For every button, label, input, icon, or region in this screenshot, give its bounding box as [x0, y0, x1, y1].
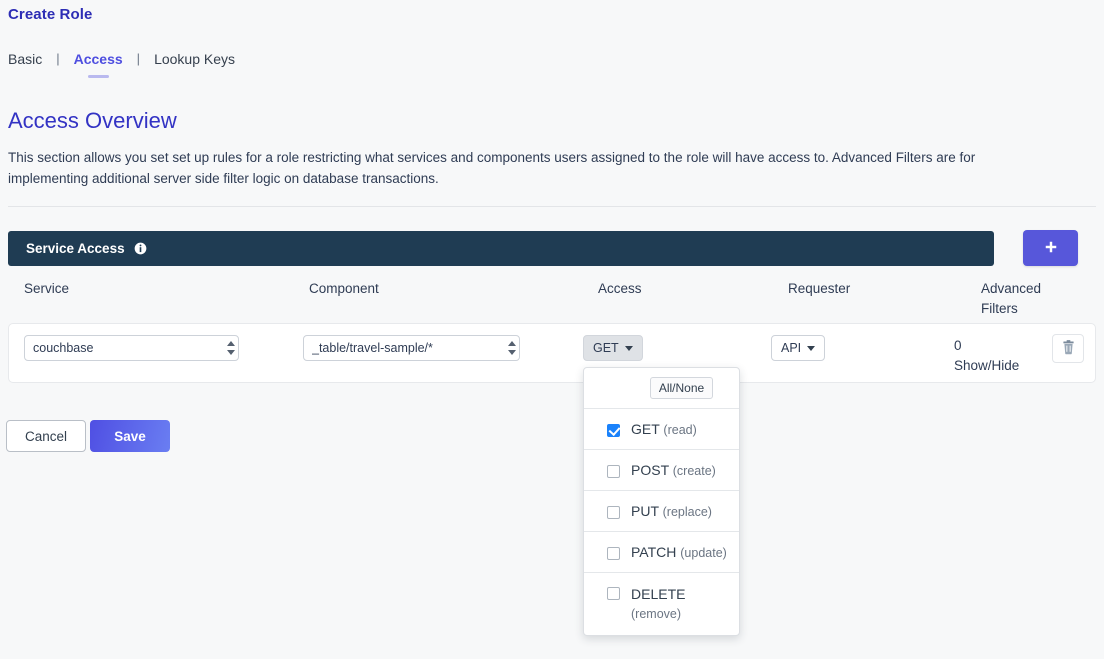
tab-access[interactable]: Access	[74, 51, 123, 78]
requester-dropdown-value: API	[781, 341, 802, 355]
tab-separator-2: |	[136, 51, 141, 66]
access-option-delete-verb: DELETE	[631, 586, 686, 602]
tab-basic[interactable]: Basic	[8, 51, 42, 69]
access-option-patch[interactable]: PATCH (update)	[584, 532, 739, 573]
info-circle-icon[interactable]	[134, 242, 147, 255]
access-option-post-verb: POST	[631, 461, 669, 478]
all-none-row: All/None	[584, 368, 739, 409]
checkbox-patch[interactable]	[607, 546, 620, 560]
trash-icon	[1062, 339, 1075, 358]
tab-separator-1: |	[56, 51, 60, 66]
column-header-service: Service	[24, 281, 70, 296]
access-option-get-note: (read)	[663, 422, 697, 437]
chevron-down-icon	[807, 345, 816, 351]
component-select[interactable]: _table/travel-sample/*	[303, 335, 520, 361]
service-access-label: Service Access	[26, 241, 125, 256]
advanced-filters-cell: 0 Show/Hide	[954, 336, 1019, 377]
checkbox-get[interactable]	[607, 423, 620, 437]
service-access-header: Service Access	[8, 231, 994, 266]
service-select[interactable]: couchbase	[24, 335, 239, 361]
delete-row-button[interactable]	[1052, 334, 1084, 363]
access-dropdown-value: GET	[593, 341, 619, 355]
checkbox-delete[interactable]	[607, 587, 620, 600]
access-option-post[interactable]: POST (create)	[584, 450, 739, 491]
access-option-get-verb: GET	[631, 420, 660, 437]
plus-icon	[1044, 240, 1058, 257]
cancel-button[interactable]: Cancel	[6, 420, 86, 452]
advanced-filters-count: 0	[954, 338, 962, 353]
tabbar: Basic | Access | Lookup Keys	[8, 51, 235, 78]
all-none-button[interactable]: All/None	[649, 377, 714, 399]
column-header-advanced-line2: Filters	[981, 301, 1018, 317]
access-option-delete-note: (remove)	[631, 606, 682, 621]
column-header-access: Access	[598, 281, 642, 296]
checkbox-put[interactable]	[607, 505, 620, 519]
column-header-advanced-filters: Advanced Filters	[981, 279, 1061, 320]
access-option-delete[interactable]: DELETE (remove)	[584, 573, 739, 635]
access-option-post-note: (create)	[672, 463, 716, 478]
access-option-get[interactable]: GET (read)	[584, 409, 739, 450]
access-dropdown-button[interactable]: GET	[583, 335, 643, 361]
column-header-component: Component	[309, 281, 379, 296]
section-divider	[8, 206, 1096, 207]
access-option-patch-verb: PATCH	[631, 543, 677, 560]
access-option-patch-note: (update)	[680, 545, 727, 560]
column-header-advanced-line1: Advanced	[981, 281, 1042, 296]
requester-dropdown-button[interactable]: API	[771, 335, 826, 361]
save-button[interactable]: Save	[90, 420, 170, 452]
column-header-requester: Requester	[788, 281, 851, 296]
section-heading: Access Overview	[8, 108, 177, 133]
checkbox-post[interactable]	[607, 464, 620, 478]
advanced-filters-show-hide-link[interactable]: Show/Hide	[954, 358, 1019, 373]
chevron-down-icon	[624, 345, 633, 351]
create-role-page: Create Role Basic | Access | Lookup Keys…	[0, 0, 1104, 659]
add-service-access-button[interactable]	[1023, 230, 1078, 266]
tab-lookup-keys[interactable]: Lookup Keys	[154, 51, 235, 69]
access-option-put[interactable]: PUT (replace)	[584, 491, 739, 532]
access-option-put-verb: PUT	[631, 502, 659, 519]
access-dropdown-menu: All/None GET (read) POST (create) PUT (r…	[583, 367, 740, 636]
section-description: This section allows you set set up rules…	[8, 150, 976, 186]
access-option-put-note: (replace)	[662, 504, 712, 519]
page-title: Create Role	[8, 6, 93, 23]
